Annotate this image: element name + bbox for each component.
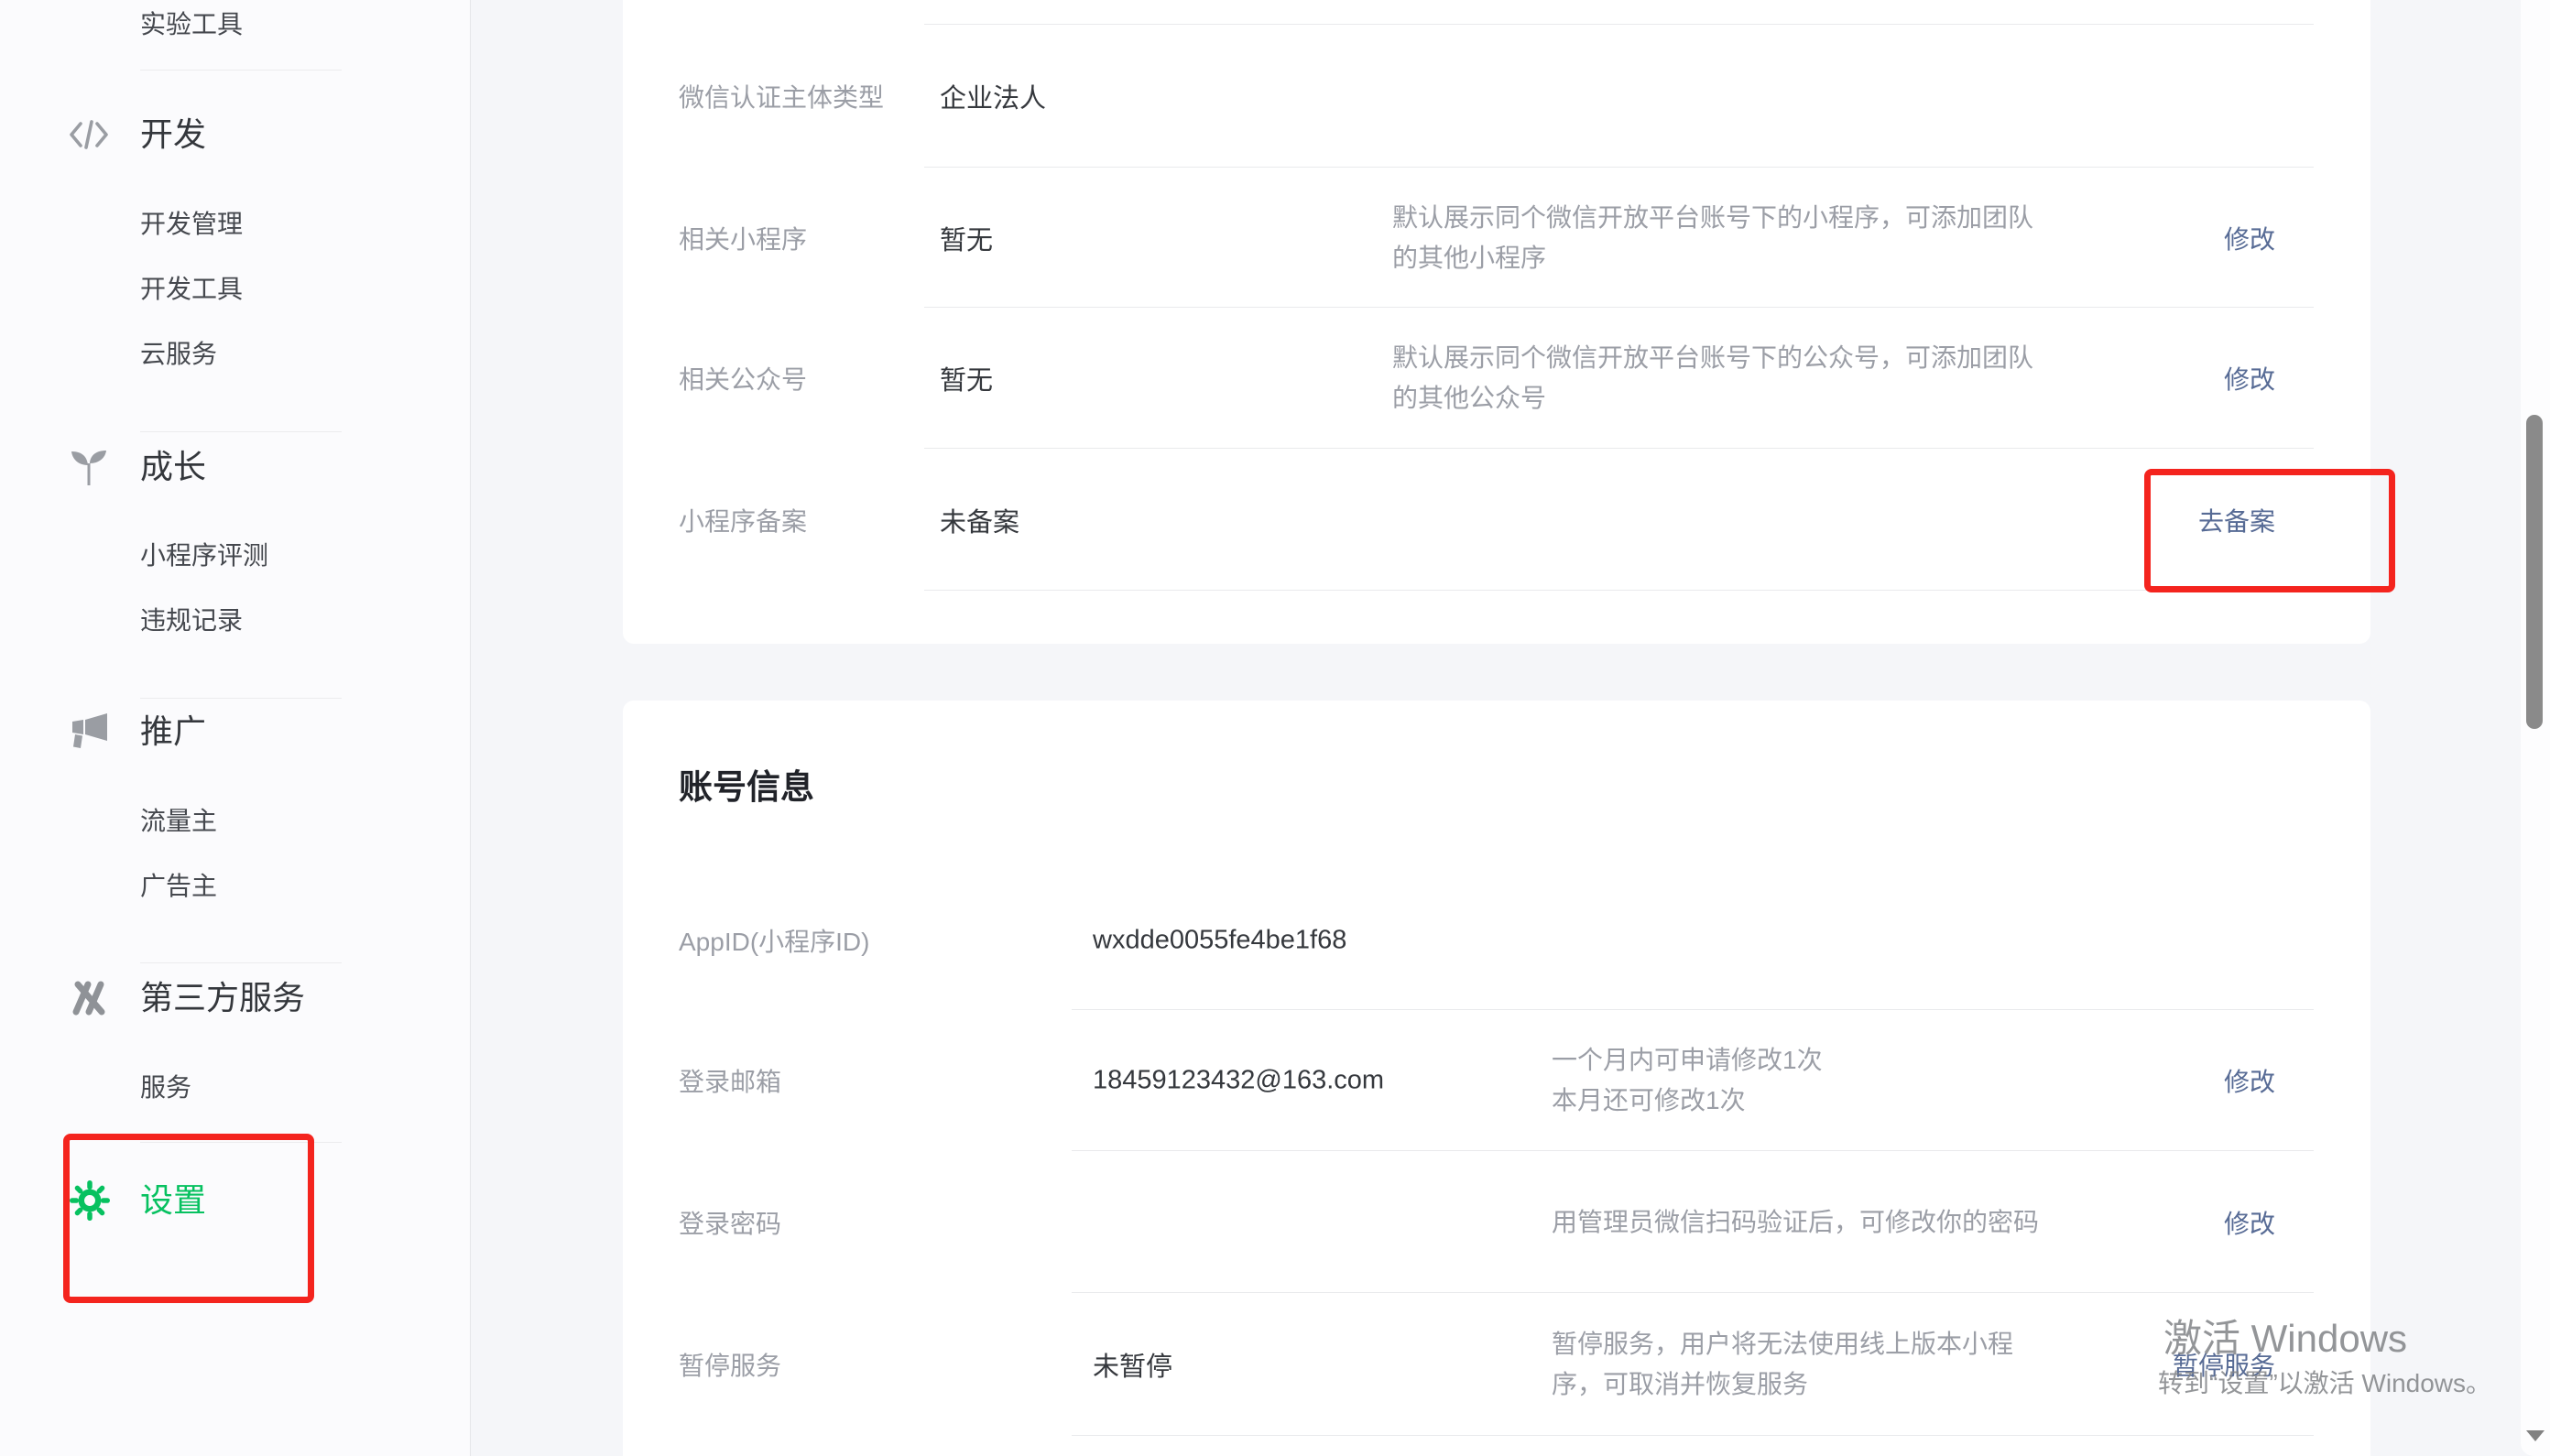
info-row-appid: AppID(小程序ID) wxdde0055fe4be1f68 xyxy=(623,870,2370,1010)
sidebar-item-label: 小程序评测 xyxy=(140,541,268,570)
sidebar-item-label: 流量主 xyxy=(140,807,217,835)
row-value: 未暂停 xyxy=(1093,1345,1172,1384)
sidebar-section-promotion[interactable]: 推广 xyxy=(0,710,470,754)
scroll-down-arrow-icon[interactable] xyxy=(2526,1430,2545,1441)
sidebar-section-title: 第三方服务 xyxy=(140,976,305,1020)
row-label: 登录密码 xyxy=(679,1204,781,1241)
highlight-box-settings xyxy=(63,1134,314,1303)
sidebar-item-miniprogram-review[interactable]: 小程序评测 xyxy=(140,538,433,574)
partial-row xyxy=(623,0,2370,25)
divider xyxy=(140,70,342,71)
megaphone-icon xyxy=(67,710,111,754)
sidebar-item-label: 开发管理 xyxy=(140,210,243,238)
suspend-service-link[interactable]: 暂停服务 xyxy=(2173,1346,2275,1383)
sidebar-item-advertiser[interactable]: 广告主 xyxy=(140,868,433,905)
row-label: 暂停服务 xyxy=(679,1346,781,1383)
row-value: 暂无 xyxy=(940,219,993,257)
sidebar-item-violation-record[interactable]: 违规记录 xyxy=(140,603,433,639)
row-label: AppID(小程序ID) xyxy=(679,922,869,959)
sidebar-item-label: 云服务 xyxy=(140,340,217,368)
sidebar-section-dev[interactable]: 开发 xyxy=(0,113,470,157)
third-party-icon xyxy=(67,976,111,1020)
row-value: 暂无 xyxy=(940,359,993,397)
modify-link[interactable]: 修改 xyxy=(2224,1062,2275,1099)
row-label: 微信认证主体类型 xyxy=(679,78,884,114)
row-label: 相关公众号 xyxy=(679,360,807,397)
sidebar-item-label: 实验工具 xyxy=(140,10,243,38)
sprout-icon xyxy=(67,445,111,489)
scrollbar[interactable] xyxy=(2521,0,2550,1456)
info-row-suspend-service: 暂停服务 未暂停 暂停服务，用户将无法使用线上版本小程 序，可取消并恢复服务 暂… xyxy=(623,1293,2370,1436)
sidebar-item-label: 广告主 xyxy=(140,872,217,900)
info-row-related-miniprograms: 相关小程序 暂无 默认展示同个微信开放平台账号下的小程序，可添加团队 的其他小程… xyxy=(623,168,2370,308)
row-helper-text: 暂停服务，用户将无法使用线上版本小程 序，可取消并恢复服务 xyxy=(1552,1324,2013,1405)
divider xyxy=(140,698,342,699)
info-row-login-password: 登录密码 用管理员微信扫码验证后，可修改你的密码 修改 xyxy=(623,1151,2370,1293)
info-row-cert-subject-type: 微信认证主体类型 企业法人 xyxy=(623,25,2370,168)
sidebar-item-lab-tools[interactable]: 实验工具 xyxy=(140,6,433,43)
sidebar-item-label: 违规记录 xyxy=(140,606,243,635)
code-icon xyxy=(67,113,111,157)
info-row-related-official-accounts: 相关公众号 暂无 默认展示同个微信开放平台账号下的公众号，可添加团队 的其他公众… xyxy=(623,308,2370,449)
sidebar-section-growth[interactable]: 成长 xyxy=(0,445,470,489)
row-value: 企业法人 xyxy=(940,77,1046,115)
profile-card: 微信认证主体类型 企业法人 相关小程序 暂无 默认展示同个微信开放平台账号下的小… xyxy=(623,0,2370,644)
row-value: 未备案 xyxy=(940,501,1019,539)
divider xyxy=(140,431,342,432)
sidebar-section-title: 推广 xyxy=(140,710,206,754)
sidebar-item-dev-tools[interactable]: 开发工具 xyxy=(140,271,433,308)
sidebar-item-cloud-service[interactable]: 云服务 xyxy=(140,336,433,373)
highlight-box-go-file xyxy=(2144,469,2395,592)
info-row-login-email: 登录邮箱 18459123432@163.com 一个月内可申请修改1次 本月还… xyxy=(623,1010,2370,1151)
row-label: 登录邮箱 xyxy=(679,1062,781,1099)
sidebar-item-dev-manage[interactable]: 开发管理 xyxy=(140,206,433,243)
row-label: 小程序备案 xyxy=(679,502,807,538)
card-title: 账号信息 xyxy=(679,767,814,808)
modify-link[interactable]: 修改 xyxy=(2224,220,2275,256)
row-helper-text: 一个月内可申请修改1次 本月还可修改1次 xyxy=(1552,1040,1823,1121)
settings-page: 实验工具 开发 开发管理 开发工具 云服务 成长 xyxy=(0,0,2550,1456)
row-value: 18459123432@163.com xyxy=(1093,1066,1384,1096)
sidebar-item-traffic-owner[interactable]: 流量主 xyxy=(140,803,433,840)
row-helper-text: 用管理员微信扫码验证后，可修改你的密码 xyxy=(1552,1202,2039,1243)
row-value: wxdde0055fe4be1f68 xyxy=(1093,925,1346,955)
sidebar-item-label: 开发工具 xyxy=(140,275,243,303)
modify-link[interactable]: 修改 xyxy=(2224,360,2275,397)
sidebar-item-label: 服务 xyxy=(140,1073,191,1102)
row-label: 相关小程序 xyxy=(679,220,807,256)
row-helper-text: 默认展示同个微信开放平台账号下的公众号，可添加团队 的其他公众号 xyxy=(1392,338,2033,418)
sidebar-section-third-party[interactable]: 第三方服务 xyxy=(0,976,470,1020)
divider xyxy=(140,962,342,963)
modify-link[interactable]: 修改 xyxy=(2224,1204,2275,1241)
scrollbar-thumb[interactable] xyxy=(2526,415,2543,729)
account-info-card: 账号信息 AppID(小程序ID) wxdde0055fe4be1f68 登录邮… xyxy=(623,701,2370,1456)
sidebar-section-title: 成长 xyxy=(140,445,206,489)
sidebar-item-service[interactable]: 服务 xyxy=(140,1070,433,1106)
info-row-miniprogram-filing: 小程序备案 未备案 去备案 xyxy=(623,449,2370,591)
row-helper-text: 默认展示同个微信开放平台账号下的小程序，可添加团队 的其他小程序 xyxy=(1392,198,2033,278)
sidebar-section-title: 开发 xyxy=(140,113,206,157)
